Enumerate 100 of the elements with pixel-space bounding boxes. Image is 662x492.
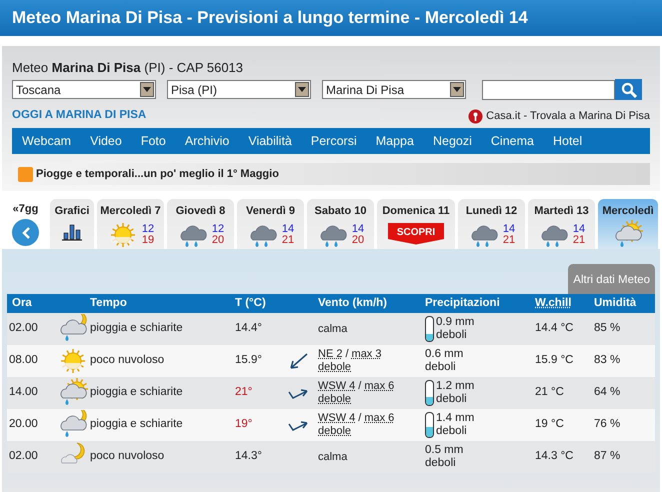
day-tab[interactable]: Domenica 11 SCOPRI [377, 199, 455, 249]
nav-link[interactable]: Cinema [490, 132, 534, 150]
rain-amount: 1.2 mm [436, 380, 474, 393]
time-cell-text: 08.00 [8, 353, 39, 368]
temperature-cell-text: 14.3° [235, 449, 263, 464]
column-header: Ora [11, 296, 33, 311]
logo-icon [18, 166, 33, 182]
wind-max: max 3 [352, 348, 382, 361]
wind-strength: debole [318, 393, 352, 405]
rain-amount: 1.4 mm [436, 412, 474, 425]
separator: / [358, 380, 362, 393]
today-link[interactable]: OGGI A MARINA DI PISA [12, 107, 146, 125]
wind-speed: NE 2 [318, 348, 342, 361]
rain-gauge-icon [425, 316, 434, 342]
bar-chart-icon [61, 222, 83, 240]
weather-description: pioggia e schiarite [90, 321, 184, 336]
key-icon [468, 108, 484, 124]
min-temp: 14 [352, 224, 364, 234]
temperature-cell-text: 14.4° [235, 321, 263, 336]
nav-link[interactable]: Archivio [184, 132, 230, 150]
rain-amount: 0.9 mm [436, 316, 474, 329]
humidity-cell-text: 83 % [594, 353, 622, 368]
column-header: Tempo [90, 296, 128, 311]
time-cell-text: 20.00 [8, 417, 39, 432]
min-temp: 12 [142, 224, 154, 234]
max-temp: 20 [212, 234, 224, 246]
nav-link[interactable]: Negozi [432, 132, 472, 150]
humidity-cell-text: 76 % [594, 417, 622, 432]
humidity-cell-text: 87 % [594, 449, 622, 464]
time-cell-text: 14.00 [8, 385, 39, 400]
weather-description: poco nuvoloso [90, 353, 166, 368]
weather-description: pioggia e schiarite [90, 385, 184, 400]
max-temp: 21 [502, 234, 516, 246]
day-tab[interactable]: Grafici [50, 199, 94, 249]
temperature-cell-text: 21° [235, 385, 254, 400]
nav-link[interactable]: Foto [140, 132, 166, 150]
wind-chill-cell-text: 21 °C [535, 385, 565, 400]
column-header: T (°C) [235, 296, 267, 311]
rain-intensity: deboli [425, 457, 457, 470]
column-header: Precipitazioni [425, 296, 501, 311]
day-tab[interactable]: Venerdì 9 14 21 [237, 199, 304, 249]
humidity-cell-text: 85 % [594, 321, 622, 336]
max-temp: 21 [282, 234, 294, 246]
select-field[interactable]: Pisa (PI) [167, 80, 311, 99]
nav-link[interactable]: Video [90, 132, 122, 150]
wind-speed: calma [318, 450, 348, 462]
rain-intensity: deboli [425, 361, 457, 374]
rain-intensity: deboli [436, 425, 468, 438]
rain-intensity: deboli [436, 393, 468, 406]
weather-description: poco nuvoloso [90, 449, 166, 464]
search-button[interactable] [615, 79, 642, 100]
rain-amount: 0.5 mm [425, 444, 464, 457]
select-field[interactable]: Toscana [12, 80, 156, 99]
column-header: Vento (km/h) [318, 296, 388, 311]
search-icon [620, 82, 636, 98]
day-tab[interactable]: Sabato 10 14 20 [307, 199, 374, 249]
temperature-cell-text: 19° [235, 417, 254, 432]
search-field[interactable] [482, 80, 615, 100]
wind-chill-cell-text: 19 °C [535, 417, 565, 432]
nav-link[interactable]: Webcam [22, 132, 72, 150]
time-cell-text: 02.00 [8, 321, 39, 336]
nav-link[interactable]: Viabilità [248, 132, 292, 150]
news-headline[interactable]: Piogge e temporali...un po' meglio il 1° Maggio [36, 166, 279, 182]
back-week-link[interactable]: «7gg [12, 200, 38, 217]
temperature-cell-text: 15.9° [235, 353, 263, 368]
rain-gauge-icon [425, 412, 434, 438]
rain-intensity: deboli [436, 329, 468, 342]
column-header: W.chill [535, 296, 572, 311]
weather-description: pioggia e schiarite [90, 417, 184, 432]
day-tab[interactable]: Lunedì 12 14 21 [458, 199, 525, 249]
day-tab[interactable]: Mercoledì 7 12 19 [97, 199, 164, 249]
day-tab[interactable]: Martedì 13 14 21 [528, 199, 595, 249]
wind-speed: calma [318, 322, 348, 334]
max-temp: 20 [352, 234, 364, 246]
time-cell-text: 02.00 [8, 449, 39, 464]
day-tab[interactable]: Mercoledì [598, 199, 658, 249]
page-title: Meteo Marina Di Pisa - Previsioni a lungo termine - Mercoledì 14 [12, 7, 528, 30]
select-field[interactable]: Marina Di Pisa [322, 80, 466, 99]
min-temp: 14 [502, 224, 516, 234]
location-heading: Meteo Marina Di Pisa (PI) - CAP 56013 [12, 59, 244, 74]
min-temp: 14 [282, 224, 294, 234]
promo-badge[interactable]: SCOPRI [388, 222, 444, 244]
column-header: Umidità [594, 296, 638, 311]
humidity-cell-text: 64 % [594, 385, 622, 400]
wind-chill-cell-text: 15.9 °C [535, 353, 574, 368]
wind-max: max 6 [364, 380, 394, 393]
min-temp: 12 [212, 224, 224, 234]
wind-speed: WSW 4 [318, 412, 356, 425]
wind-chill-cell-text: 14.3 °C [535, 449, 574, 464]
nav-link[interactable]: Mappa [376, 132, 414, 150]
back-button[interactable] [12, 219, 39, 246]
nav-link[interactable]: Percorsi [310, 132, 357, 150]
casa-link[interactable]: Casa.it - Trovala a Marina Di Pisa [486, 108, 650, 124]
wind-chill-cell-text: 14.4 °C [535, 321, 574, 336]
nav-link[interactable]: Hotel [552, 132, 582, 150]
max-temp: 21 [572, 234, 586, 246]
rain-gauge-icon [425, 380, 434, 406]
wind-strength: debole [318, 425, 352, 437]
wind-max: max 6 [364, 412, 394, 425]
day-tab[interactable]: Giovedì 8 12 20 [167, 199, 234, 249]
